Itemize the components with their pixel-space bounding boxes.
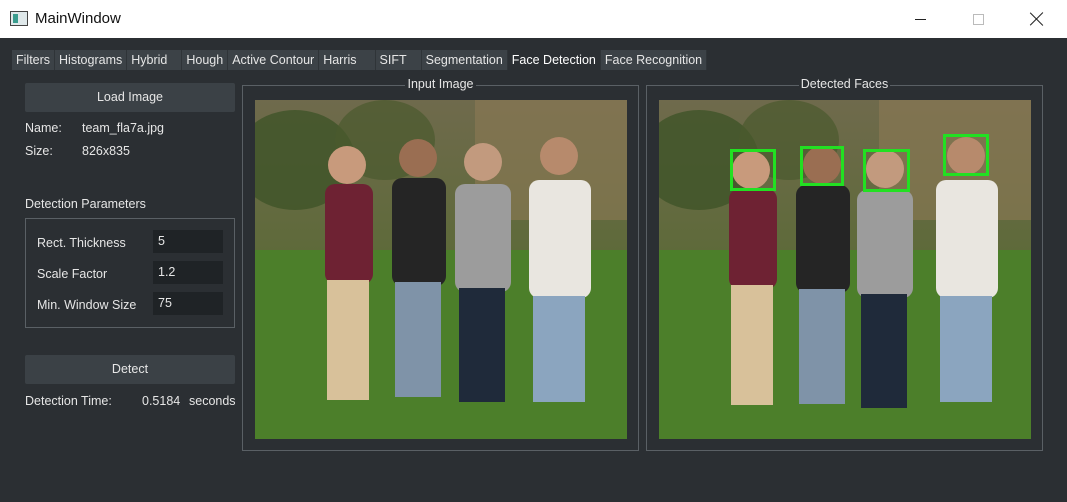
scale-factor-label: Scale Factor <box>37 267 108 281</box>
app-icon <box>10 11 28 26</box>
close-icon <box>1030 12 1044 26</box>
tab-bar: Filters Histograms Hybrid Hough Active C… <box>12 50 708 70</box>
tab-face-detection[interactable]: Face Detection <box>507 50 601 70</box>
detected-faces-image <box>659 100 1031 439</box>
name-value: team_fla7a.jpg <box>82 121 165 135</box>
tab-segmentation[interactable]: Segmentation <box>421 50 508 70</box>
tab-harris[interactable]: Harris <box>319 50 376 70</box>
title-bar: MainWindow <box>0 0 1067 38</box>
params-title: Detection Parameters <box>25 197 146 211</box>
face-box-3 <box>863 149 910 192</box>
minimize-button[interactable] <box>895 0 945 38</box>
rect-thickness-input[interactable]: 5 <box>153 230 223 253</box>
size-value: 826x835 <box>82 144 130 158</box>
maximize-button[interactable] <box>953 0 1003 38</box>
rect-thickness-label: Rect. Thickness <box>37 236 126 250</box>
min-window-size-input[interactable]: 75 <box>153 292 223 315</box>
maximize-icon <box>972 13 984 25</box>
minimize-icon <box>914 18 926 20</box>
input-photo-graphic <box>255 100 627 439</box>
face-box-4 <box>943 134 989 176</box>
tab-hybrid[interactable]: Hybrid <box>127 50 183 70</box>
scale-factor-input[interactable]: 1.2 <box>153 261 223 284</box>
tab-histograms[interactable]: Histograms <box>55 50 128 70</box>
name-label: Name: <box>25 121 62 135</box>
load-image-button[interactable]: Load Image <box>25 83 235 112</box>
tab-face-recognition[interactable]: Face Recognition <box>600 50 708 70</box>
tab-filters[interactable]: Filters <box>12 50 56 70</box>
min-window-size-label: Min. Window Size <box>37 298 137 312</box>
face-box-1 <box>730 149 776 191</box>
close-button[interactable] <box>1012 0 1062 38</box>
detection-time-value: 0.5184 <box>142 394 181 408</box>
tab-hough[interactable]: Hough <box>182 50 229 70</box>
detect-button[interactable]: Detect <box>25 355 235 384</box>
size-label: Size: <box>25 144 53 158</box>
detection-time-unit: seconds <box>189 394 236 408</box>
detected-faces-title: Detected Faces <box>798 77 891 91</box>
window-title: MainWindow <box>35 10 121 27</box>
tab-sift[interactable]: SIFT <box>375 50 422 70</box>
input-image-title: Input Image <box>405 77 476 91</box>
face-box-2 <box>800 146 844 186</box>
detection-time-label: Detection Time: <box>25 394 112 408</box>
tab-active-contour[interactable]: Active Contour <box>228 50 320 70</box>
input-image <box>255 100 627 439</box>
